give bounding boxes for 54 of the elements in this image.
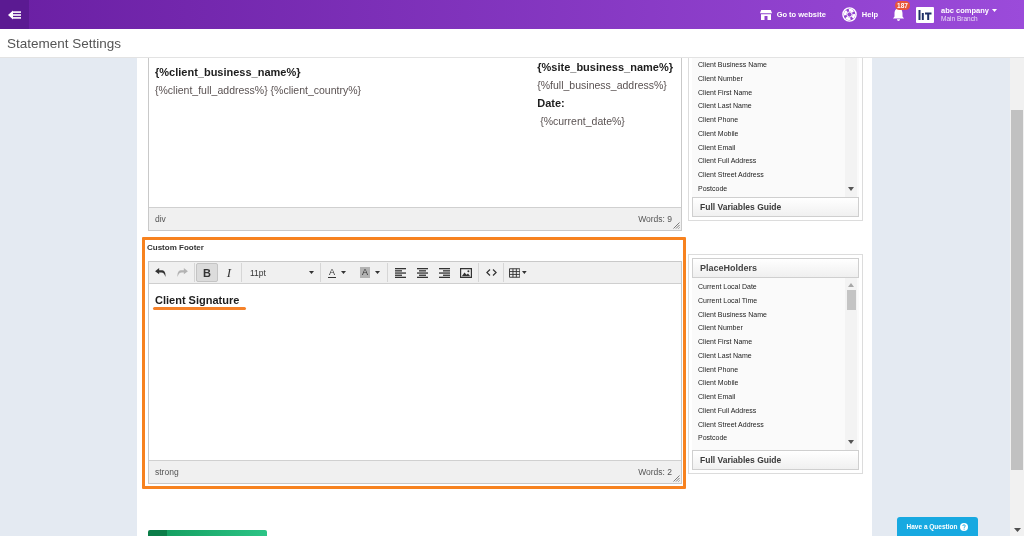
arrow-left-icon — [8, 9, 21, 20]
guide-button[interactable]: Full Variables Guide — [692, 197, 859, 217]
editor-text: Client Signature — [155, 294, 240, 306]
bold-button[interactable]: B — [196, 263, 218, 282]
italic-button[interactable]: I — [218, 263, 240, 282]
editor-field[interactable]: {%client_business_name%} {%client_full_address%} {%client_country%} {%site_business_name%} {%full_business_address%} Date: {%current_date%} — [149, 58, 681, 207]
align-center-icon — [416, 267, 428, 278]
table-icon — [509, 267, 521, 278]
caret-icon — [522, 271, 527, 274]
editor-text: {%client_full_address%} {%client_country%} — [155, 84, 362, 96]
editor-text: {%client_business_name%} — [155, 66, 301, 78]
code-icon — [485, 269, 497, 276]
list-scrollbar[interactable] — [845, 278, 857, 450]
list-scrollbar[interactable] — [845, 58, 857, 197]
font-size-select[interactable]: 11pt — [243, 263, 319, 282]
scroll-down-icon[interactable] — [848, 440, 854, 444]
editor-text: Date: — [537, 98, 565, 110]
text-color-button[interactable]: A — [322, 263, 354, 282]
section-label: Custom Footer — [147, 242, 205, 254]
sidebar-toggle-button[interactable] — [0, 0, 29, 29]
storefront-icon — [759, 9, 772, 20]
scroll-down-icon[interactable] — [848, 187, 854, 191]
resize-grip-icon[interactable] — [673, 475, 680, 482]
caret-icon — [341, 271, 346, 274]
question-icon — [960, 522, 969, 531]
background-color-button[interactable]: A — [354, 263, 386, 282]
editor-text: {%full_business_address%} — [537, 80, 667, 92]
element-path: div — [155, 214, 167, 224]
logo-icon — [916, 6, 935, 23]
bell-icon — [892, 8, 904, 21]
word-count: Words: 2 — [638, 467, 672, 477]
word-count: Words: 9 — [638, 214, 672, 224]
caret-icon — [309, 271, 314, 274]
undo-icon — [154, 268, 166, 277]
page-title: Statement Settings — [7, 35, 122, 51]
scrollbar-thumb[interactable] — [1011, 110, 1023, 470]
align-left-icon — [394, 267, 406, 278]
page-scrollbar[interactable] — [1010, 58, 1024, 536]
caret-icon — [992, 9, 997, 12]
scroll-down-icon[interactable] — [1013, 528, 1021, 532]
resize-grip-icon[interactable] — [673, 222, 680, 229]
notifications-button[interactable] — [892, 7, 905, 22]
scrollbar-thumb[interactable] — [846, 290, 856, 310]
element-path: strong — [155, 467, 180, 477]
panel-header: PlaceHolders — [692, 258, 859, 278]
editor-text: {%current_date%} — [539, 116, 625, 128]
align-right-icon — [438, 267, 450, 278]
editor-field[interactable]: Client Signature — [149, 284, 681, 460]
caret-icon — [375, 271, 380, 274]
guide-button[interactable]: Full Variables Guide — [692, 450, 859, 470]
redo-icon — [176, 268, 188, 277]
image-icon — [460, 267, 472, 278]
help-icon — [841, 7, 857, 22]
editor-text: {%site_business_name%} — [537, 62, 673, 74]
